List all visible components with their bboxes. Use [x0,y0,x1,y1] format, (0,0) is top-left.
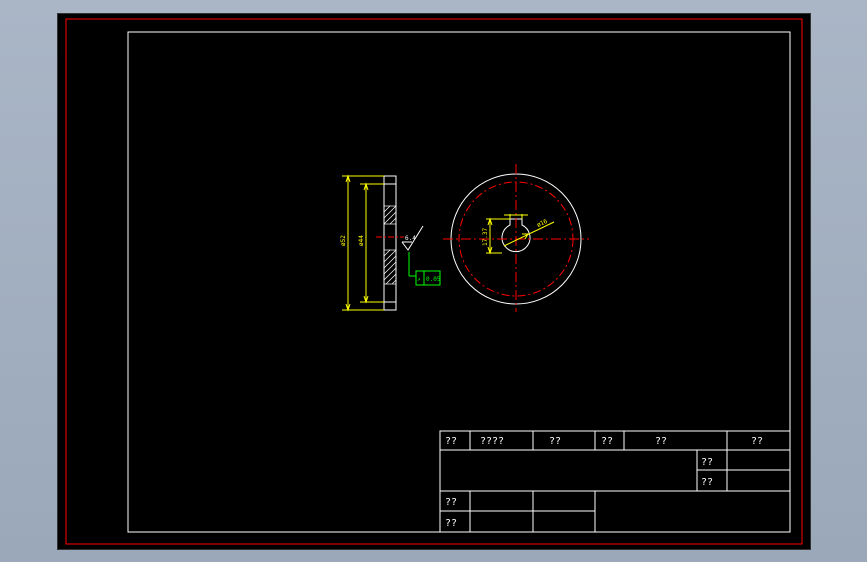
side-view-outline [383,175,397,311]
roughness-value: 6.4 [405,235,416,242]
tb-cell-1: ?? [445,436,457,447]
tb-bottom-label-1: ?? [445,497,457,508]
tb-cell-3: ?? [549,436,561,447]
cad-drawing: ø52 ø44 6.4 ↗ 0.05 17.37 ø16 ?? ???? ?? … [65,18,803,545]
tolerance-symbol: ↗ [417,276,421,283]
tolerance-value: 0.05 [426,276,441,283]
tb-mid-label-1: ?? [701,457,713,468]
tb-mid-label-2: ?? [701,477,713,488]
hatch-lower [383,249,397,285]
dim-outer-label: ø52 [340,235,347,246]
dim-keyway-label: 17.37 [482,228,489,246]
inner-border [127,31,791,533]
tb-cell-5: ?? [655,436,667,447]
tb-cell-6: ?? [751,436,763,447]
tb-cell-2: ???? [480,436,504,447]
tb-bottom-label-2: ?? [445,518,457,529]
drawing-viewport[interactable]: ø52 ø44 6.4 ↗ 0.05 17.37 ø16 ?? ???? ?? … [57,13,811,550]
hatch-upper [383,205,397,225]
tb-cell-4: ?? [601,436,613,447]
dim-inner-label: ø44 [358,235,365,246]
front-view: 17.37 ø16 [443,164,589,312]
side-view: ø52 ø44 6.4 ↗ 0.05 [340,174,441,312]
